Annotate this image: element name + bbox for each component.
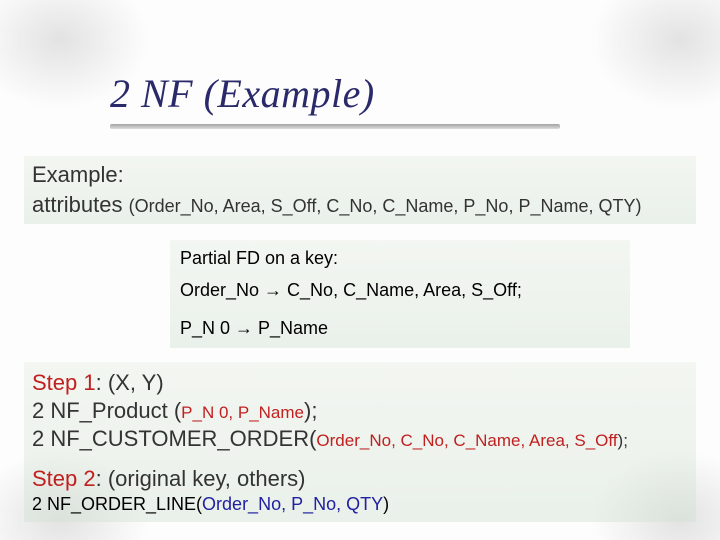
cust-prefix: 2 NF_CUSTOMER_ORDER( (32, 426, 316, 451)
fd1-lhs: Order_No (180, 280, 264, 300)
fd1-rhs: C_No, C_Name, Area, S_Off; (282, 280, 522, 300)
step2-heading: Step 2: (original key, others) (32, 464, 306, 494)
example-attributes: attributes (Order_No, Area, S_Off, C_No,… (32, 190, 641, 220)
slide-title: 2 NF (Example) (110, 70, 375, 117)
step1-paren: : (X, Y) (96, 370, 164, 395)
fd-line-1: Order_No → C_No, C_Name, Area, S_Off; (180, 280, 522, 301)
cust-red: Order_No, C_No, C_Name, Area, S_Off (316, 431, 617, 450)
arrow-icon: → (235, 318, 253, 338)
title-underline (110, 124, 560, 129)
line-suffix: ) (383, 494, 389, 514)
fd-line-2: P_N 0 → P_Name (180, 318, 328, 339)
example-label: Example: (32, 160, 124, 190)
prod-red: P_N 0, P_Name (181, 403, 304, 422)
decoration-corner-tr (590, 0, 720, 90)
fd2-lhs: P_N 0 (180, 318, 235, 338)
slide: 2 NF (Example) Example: attributes (Orde… (0, 0, 720, 540)
step2-paren: : (original key, others) (96, 466, 306, 491)
fd2-rhs: P_Name (253, 318, 328, 338)
fd-header: Partial FD on a key: (180, 248, 338, 269)
step1-label: Step 1 (32, 370, 96, 395)
attrs-prefix: attributes (32, 192, 129, 217)
attrs-list: (Order_No, Area, S_Off, C_No, C_Name, P_… (129, 196, 642, 216)
line-blue: Order_No, P_No, QTY (202, 494, 383, 514)
line-prefix: 2 NF_ORDER_LINE( (32, 494, 202, 514)
step1-product: 2 NF_Product (P_N 0, P_Name); (32, 396, 317, 426)
step2-label: Step 2 (32, 466, 96, 491)
prod-suffix: ); (304, 398, 317, 423)
cust-suffix: ); (618, 431, 628, 450)
step2-order-line: 2 NF_ORDER_LINE(Order_No, P_No, QTY) (32, 494, 389, 515)
arrow-icon: → (264, 280, 282, 300)
prod-prefix: 2 NF_Product ( (32, 398, 181, 423)
step1-heading: Step 1: (X, Y) (32, 368, 164, 398)
step1-customer-order: 2 NF_CUSTOMER_ORDER(Order_No, C_No, C_Na… (32, 424, 628, 454)
